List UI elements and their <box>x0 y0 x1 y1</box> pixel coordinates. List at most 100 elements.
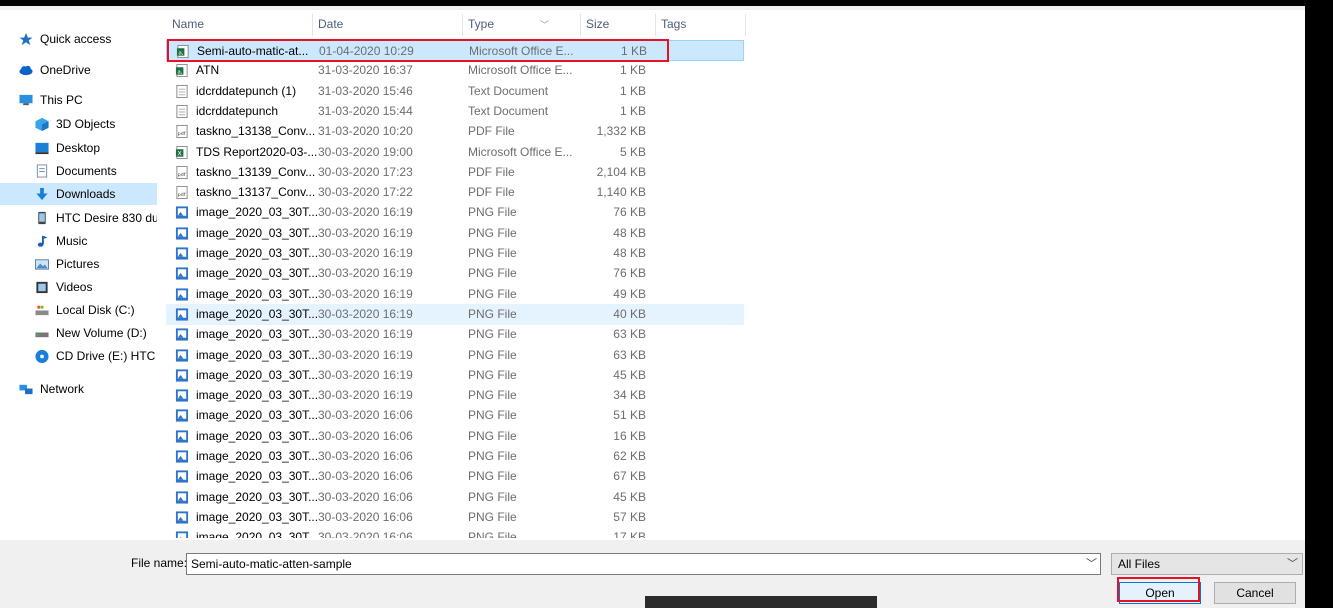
file-row[interactable]: idcrddatepunch 31-03-2020 15:44 Text Docum… <box>166 101 744 122</box>
file-name: idcrddatepunch (1) <box>196 83 297 98</box>
file-list[interactable]: a, Semi-auto-matic-at... 01-04-2020 10:29 M… <box>160 38 1300 538</box>
file-row[interactable]: pdf taskno_13138_Conv... 31-03-2020 10:20 P… <box>166 121 744 142</box>
file-row[interactable]: image_2020_03_30T... 30-03-2020 16:06 PNG … <box>166 426 744 447</box>
desktop-icon <box>35 142 49 155</box>
file-date: 30-03-2020 16:06 <box>318 428 413 443</box>
cube-icon <box>35 117 49 131</box>
open-button[interactable]: Open <box>1119 582 1201 604</box>
file-name: TDS Report2020-03-... <box>196 144 318 159</box>
cancel-button[interactable]: Cancel <box>1214 582 1296 604</box>
file-name: image_2020_03_30T... <box>196 205 318 220</box>
column-separator[interactable] <box>745 14 746 36</box>
file-date: 30-03-2020 16:06 <box>318 530 413 538</box>
file-row[interactable]: pdf taskno_13137_Conv... 30-03-2020 17:22 P… <box>166 182 744 203</box>
screen-edge-right <box>1305 0 1333 608</box>
file-date: 30-03-2020 16:19 <box>318 327 413 342</box>
sidebar-item-label: Downloads <box>56 187 116 201</box>
file-type: PNG File <box>468 388 517 403</box>
file-row[interactable]: image_2020_03_30T... 30-03-2020 16:06 PNG … <box>166 507 744 528</box>
svg-text:a,: a, <box>177 70 182 76</box>
file-date: 30-03-2020 16:19 <box>318 306 413 321</box>
sidebar-item-desktop[interactable]: Desktop <box>0 137 157 159</box>
sidebar-item-videos[interactable]: Videos <box>0 276 157 298</box>
sidebar-item-label: CD Drive (E:) HTC S <box>56 349 157 363</box>
file-name: image_2020_03_30T... <box>196 327 318 342</box>
sidebar-item-music[interactable]: Music <box>0 230 157 252</box>
file-size: 76 KB <box>613 205 646 220</box>
file-row[interactable]: image_2020_03_30T... 30-03-2020 16:19 PNG … <box>166 324 744 345</box>
file-size: 76 KB <box>613 266 646 281</box>
sidebar-item-downloads[interactable]: Downloads <box>0 183 157 205</box>
file-row[interactable]: pdf taskno_13139_Conv... 30-03-2020 17:23 P… <box>166 162 744 183</box>
file-row[interactable]: image_2020_03_30T... 30-03-2020 16:19 PNG … <box>166 365 744 386</box>
file-date: 30-03-2020 16:19 <box>318 266 413 281</box>
column-type[interactable]: Type <box>462 14 580 34</box>
sidebar-item-htc-desire-830-dua[interactable]: HTC Desire 830 dua <box>0 207 157 229</box>
column-date[interactable]: Date <box>312 14 462 34</box>
sidebar-item-quick-access[interactable]: Quick access <box>0 28 157 50</box>
file-size: 2,104 KB <box>596 164 646 179</box>
column-name[interactable]: Name <box>166 14 312 34</box>
file-name: image_2020_03_30T... <box>196 509 318 524</box>
file-row[interactable]: a, Semi-auto-matic-at... 01-04-2020 10:29 M… <box>166 40 744 61</box>
excel-file-icon: X <box>175 145 188 159</box>
file-date: 30-03-2020 16:19 <box>318 388 413 403</box>
file-row[interactable]: image_2020_03_30T... 30-03-2020 16:19 PNG … <box>166 263 744 284</box>
file-type: PNG File <box>468 327 517 342</box>
file-row[interactable]: image_2020_03_30T... 30-03-2020 16:06 PNG … <box>166 527 744 538</box>
sidebar-item-this-pc[interactable]: This PC <box>0 89 157 111</box>
file-name: image_2020_03_30T... <box>196 449 318 463</box>
sidebar-item-pictures[interactable]: Pictures <box>0 253 157 275</box>
monitor-icon <box>19 94 33 106</box>
file-type: Microsoft Office E... <box>469 44 574 58</box>
file-name: image_2020_03_30T... <box>196 489 318 504</box>
file-type: PDF File <box>468 164 515 179</box>
file-date: 30-03-2020 16:06 <box>318 408 413 423</box>
sidebar-item-label: Local Disk (C:) <box>56 303 135 317</box>
image-file-icon <box>175 430 189 443</box>
file-type: PNG File <box>468 266 517 281</box>
file-name-input[interactable]: Semi-auto-matic-atten-sample <box>186 553 1101 575</box>
image-file-icon <box>175 308 189 321</box>
file-name-dropdown-icon[interactable]: ﹀ <box>1082 553 1101 575</box>
file-name: image_2020_03_30T... <box>196 347 318 362</box>
file-size: 63 KB <box>613 327 646 342</box>
file-row[interactable]: image_2020_03_30T... 30-03-2020 16:06 PNG … <box>166 446 744 467</box>
file-type-filter[interactable]: All Files ﹀ <box>1111 553 1303 575</box>
sidebar-item-new-volume-d[interactable]: New Volume (D:) <box>0 322 157 344</box>
image-file-icon <box>175 328 189 341</box>
file-size: 45 KB <box>613 489 646 504</box>
sidebar-item-onedrive[interactable]: OneDrive <box>0 59 157 81</box>
sidebar-item-label: New Volume (D:) <box>56 326 147 340</box>
sidebar-item-3d-objects[interactable]: 3D Objects <box>0 113 157 135</box>
sidebar-item-label: Pictures <box>56 257 100 271</box>
file-row[interactable]: image_2020_03_30T... 30-03-2020 16:19 PNG … <box>166 385 744 406</box>
file-row[interactable]: image_2020_03_30T... 30-03-2020 16:19 PNG … <box>166 202 744 223</box>
sidebar-item-local-disk-c[interactable]: Local Disk (C:) <box>0 299 157 321</box>
sidebar-item-documents[interactable]: Documents <box>0 160 157 182</box>
file-row[interactable]: image_2020_03_30T... 30-03-2020 16:19 PNG … <box>166 345 744 366</box>
column-size[interactable]: Size <box>580 14 655 34</box>
image-file-icon <box>175 369 189 382</box>
file-row[interactable]: image_2020_03_30T... 30-03-2020 16:06 PNG … <box>166 405 744 426</box>
image-file-icon <box>175 531 189 538</box>
file-row[interactable]: image_2020_03_30T... 30-03-2020 16:19 PNG … <box>166 284 744 305</box>
file-row[interactable]: idcrddatepunch (1) 31-03-2020 15:46 Text D… <box>166 81 744 102</box>
file-name-label: File name: <box>131 556 188 570</box>
file-row[interactable]: image_2020_03_30T... 30-03-2020 16:19 PNG … <box>166 303 744 325</box>
file-row[interactable]: image_2020_03_30T... 30-03-2020 16:06 PNG … <box>166 466 744 487</box>
file-size: 17 KB <box>613 530 646 538</box>
file-date: 01-04-2020 10:29 <box>319 44 414 58</box>
file-row[interactable]: a, ATN 31-03-2020 16:37 Microsoft Office E.… <box>166 60 744 81</box>
column-tags[interactable]: Tags <box>655 14 735 34</box>
sidebar-item-cd-drive-e-htc-s[interactable]: CD Drive (E:) HTC S <box>0 345 157 367</box>
file-row[interactable]: image_2020_03_30T... 30-03-2020 16:19 PNG … <box>166 243 744 264</box>
sidebar-item-network[interactable]: Network <box>0 378 157 400</box>
file-size: 62 KB <box>613 449 646 463</box>
file-row[interactable]: image_2020_03_30T... 30-03-2020 16:06 PNG … <box>166 487 744 508</box>
file-row[interactable]: image_2020_03_30T... 30-03-2020 16:19 PNG … <box>166 223 744 244</box>
download-icon <box>36 187 48 201</box>
sidebar-item-label: HTC Desire 830 dua <box>56 211 157 225</box>
file-row[interactable]: X TDS Report2020-03-... 30-03-2020 19:00 Mi… <box>166 142 744 163</box>
image-file-icon <box>175 288 189 301</box>
